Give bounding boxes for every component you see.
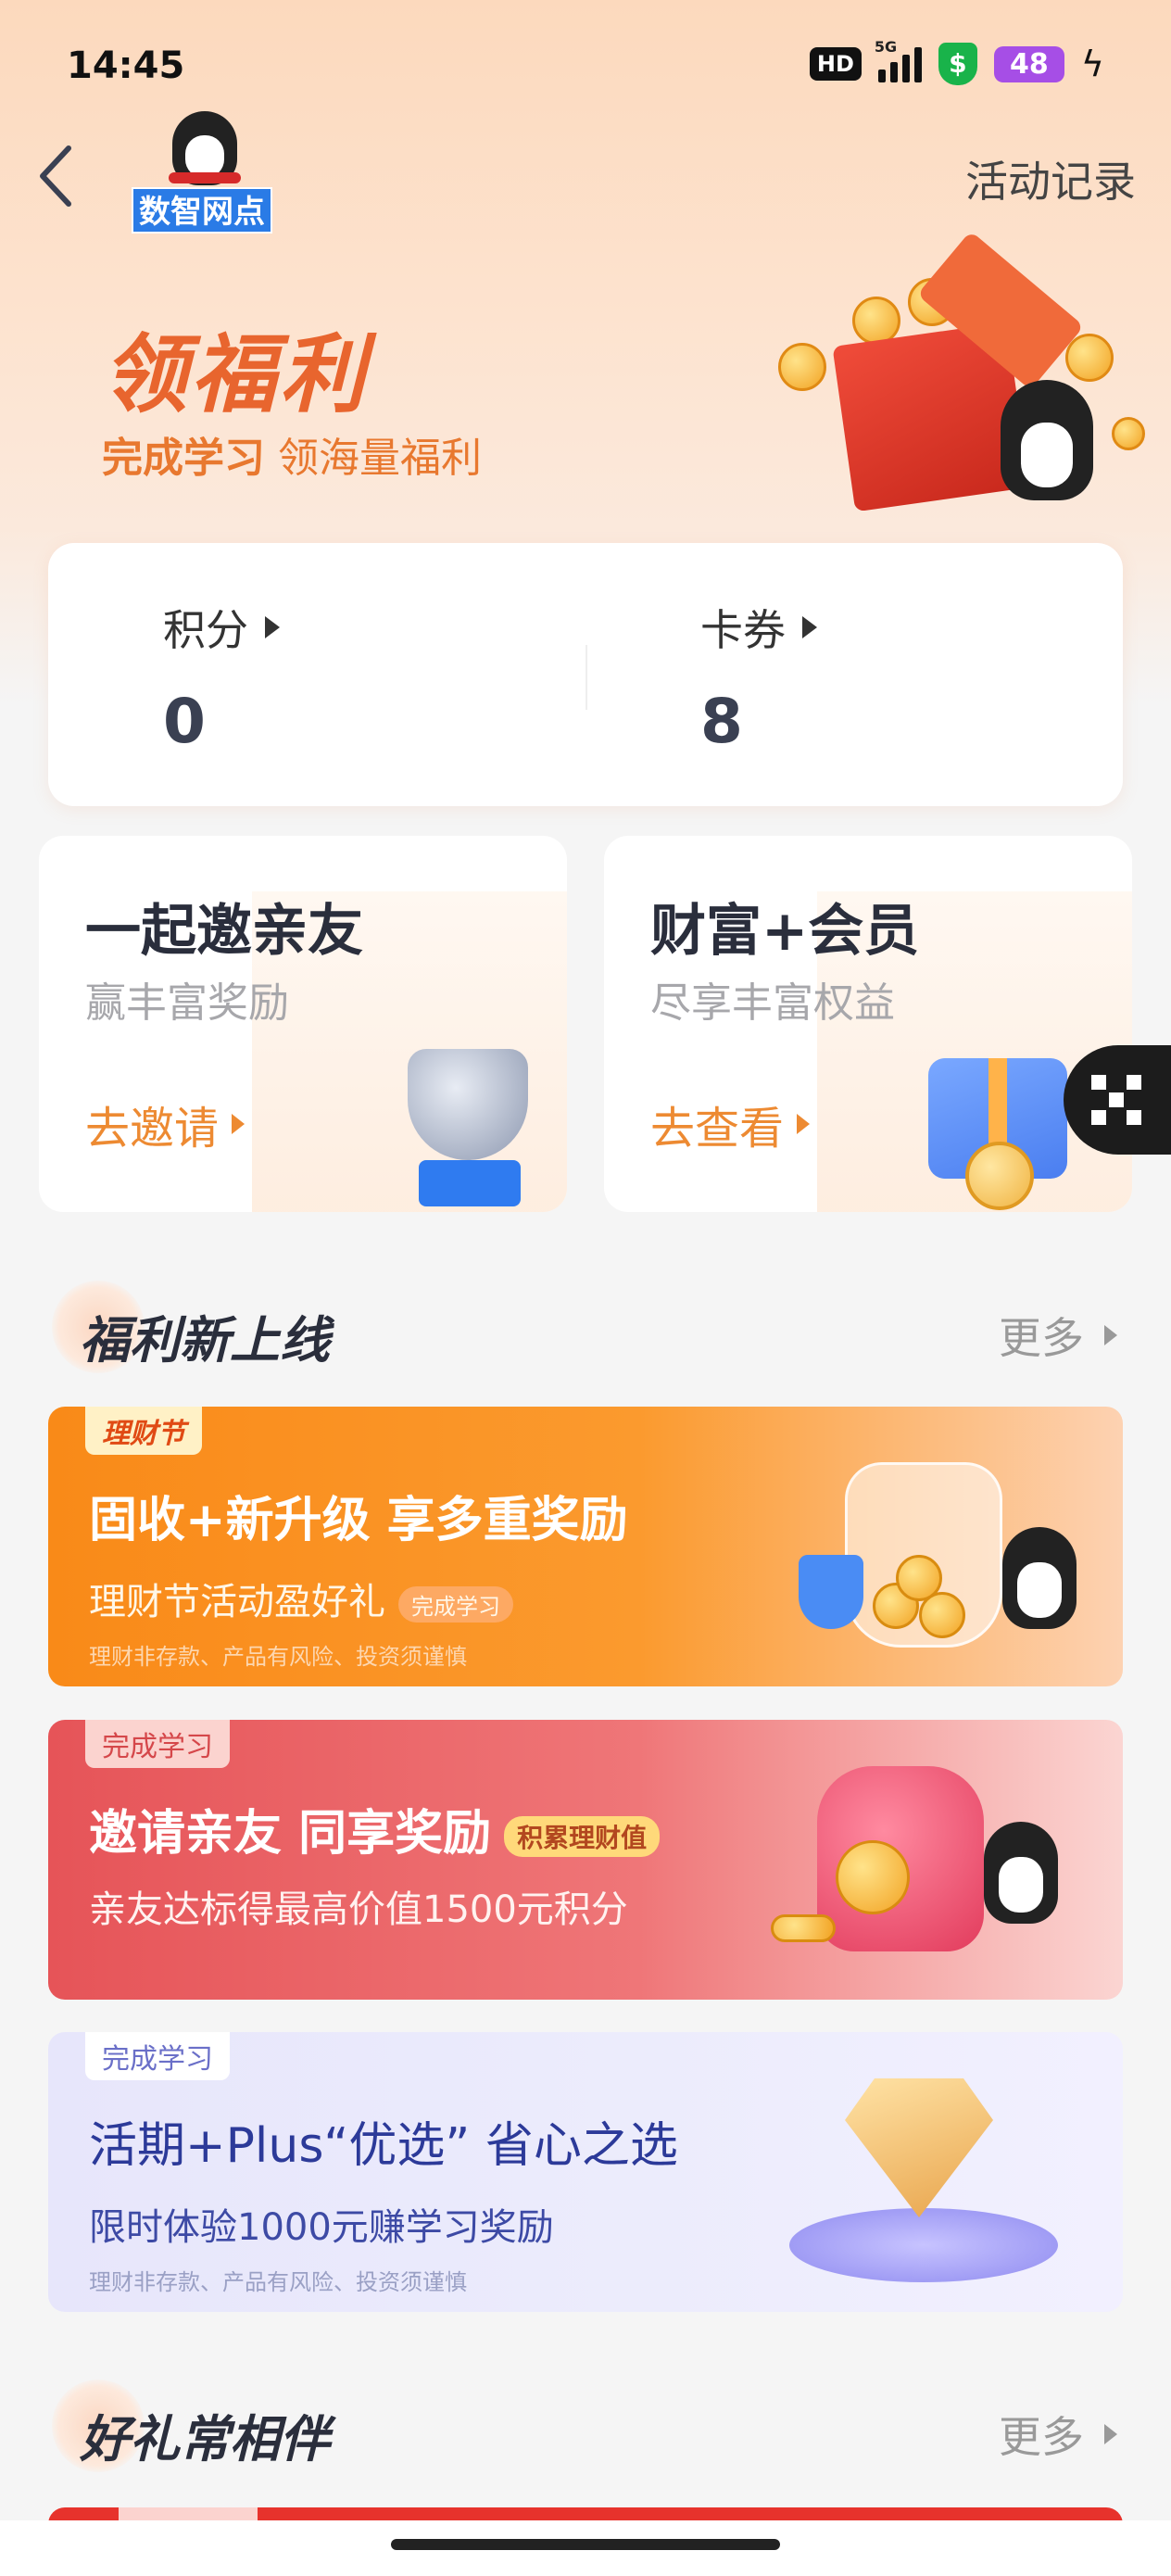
view-button[interactable]: 去查看	[650, 1092, 811, 1156]
section-title: 好礼常相伴	[80, 2410, 330, 2469]
banner-subtitle: 理财节活动盈好礼 完成学习	[89, 1572, 513, 1625]
gift-box-illustration	[769, 231, 1158, 512]
banner-tag: 理财节	[85, 1407, 202, 1455]
banner-title: 邀请亲友 同享奖励 积累理财值	[89, 1794, 661, 1863]
banner-subtitle: 限时体验1000元赚学习奖励	[89, 2206, 554, 2249]
charging-icon: ϟ	[1080, 44, 1104, 84]
chevron-left-icon	[40, 145, 71, 207]
promo-title: 财富+会员	[650, 899, 920, 964]
diamond-illustration	[734, 2069, 1086, 2292]
hero-subtitle: 完成学习 领海量福利	[102, 435, 482, 482]
promo-title: 一起邀亲友	[85, 899, 363, 964]
section-header-new-benefits: 福利新上线 更多	[52, 1281, 1117, 1373]
caret-right-icon	[802, 616, 817, 638]
banner-tag: 完成学习	[85, 1720, 230, 1768]
divider	[586, 645, 587, 710]
points-entry[interactable]: 积分 0	[163, 597, 280, 757]
network-label: 5G	[874, 38, 898, 56]
section-header-gifts: 好礼常相伴 更多	[52, 2380, 1117, 2472]
coupons-label: 卡券	[700, 605, 786, 655]
signal-icon: 5G	[875, 38, 922, 82]
floating-qr-button[interactable]	[1064, 1045, 1171, 1155]
bottom-safe-area	[0, 2520, 1171, 2576]
banner-demand-plus[interactable]: 完成学习 活期+Plus“优选” 省心之选 限时体验1000元赚学习奖励 理财非…	[48, 2032, 1123, 2312]
more-link[interactable]: 更多	[999, 2404, 1117, 2465]
status-time: 14:45	[67, 44, 185, 87]
caret-right-icon	[1104, 2424, 1117, 2444]
activity-record-link[interactable]: 活动记录	[965, 148, 1136, 209]
status-icons: HD 5G $ 48 ϟ	[809, 38, 1104, 85]
promo-subtitle: 赢丰富奖励	[85, 979, 289, 1027]
caret-right-icon	[797, 1114, 811, 1134]
caret-right-icon	[265, 616, 280, 638]
hd-icon: HD	[809, 47, 862, 81]
qr-code-icon	[1091, 1075, 1141, 1125]
wealth-member-card[interactable]: 财富+会员 尽享丰富权益 去查看	[604, 836, 1132, 1212]
banner-title: 固收+新升级 享多重奖励	[89, 1493, 628, 1548]
coin-jar-illustration	[734, 1444, 1086, 1666]
banner-subtitle: 亲友达标得最高价值1500元积分	[89, 1888, 628, 1931]
banner-badge: 完成学习	[398, 1585, 513, 1623]
brand-logo: 数智网点	[132, 111, 272, 235]
points-label: 积分	[163, 605, 248, 655]
points-card: 积分 0 卡券 8	[48, 543, 1123, 806]
section-title: 福利新上线	[80, 1311, 330, 1370]
red-envelope-illustration	[734, 1757, 1086, 1979]
trophy-icon	[382, 1030, 567, 1212]
banner-tag: 完成学习	[85, 2032, 230, 2080]
coupons-value: 8	[700, 686, 743, 757]
banner-fixed-income[interactable]: 理财节 固收+新升级 享多重奖励 理财节活动盈好礼 完成学习 理财非存款、产品有风…	[48, 1407, 1123, 1686]
coupons-entry[interactable]: 卡券 8	[700, 597, 817, 757]
back-button[interactable]	[33, 139, 89, 213]
banner-disclaimer: 理财非存款、产品有风险、投资须谨慎	[89, 2269, 467, 2295]
banner-title: 活期+Plus“优选” 省心之选	[89, 2118, 678, 2174]
logo-label: 数智网点	[132, 187, 272, 234]
status-bar: 14:45 HD 5G $ 48 ϟ	[0, 37, 1171, 102]
banner-badge: 积累理财值	[504, 1816, 661, 1857]
caret-right-icon	[1104, 1325, 1117, 1345]
more-link[interactable]: 更多	[999, 1305, 1117, 1366]
promo-subtitle: 尽享丰富权益	[650, 979, 895, 1027]
battery-icon: 48	[993, 45, 1064, 82]
invite-friends-card[interactable]: 一起邀亲友 赢丰富奖励 去邀请	[39, 836, 567, 1212]
points-value: 0	[163, 686, 206, 757]
hero-title: 领福利	[102, 325, 370, 424]
invite-button[interactable]: 去邀请	[85, 1092, 246, 1156]
banner-invite-friends[interactable]: 完成学习 邀请亲友 同享奖励 积累理财值 亲友达标得最高价值1500元积分	[48, 1720, 1123, 2000]
home-indicator[interactable]	[391, 2539, 780, 2550]
security-shield-icon: $	[938, 43, 977, 85]
banner-disclaimer: 理财非存款、产品有风险、投资须谨慎	[89, 1644, 467, 1670]
caret-right-icon	[232, 1114, 246, 1134]
